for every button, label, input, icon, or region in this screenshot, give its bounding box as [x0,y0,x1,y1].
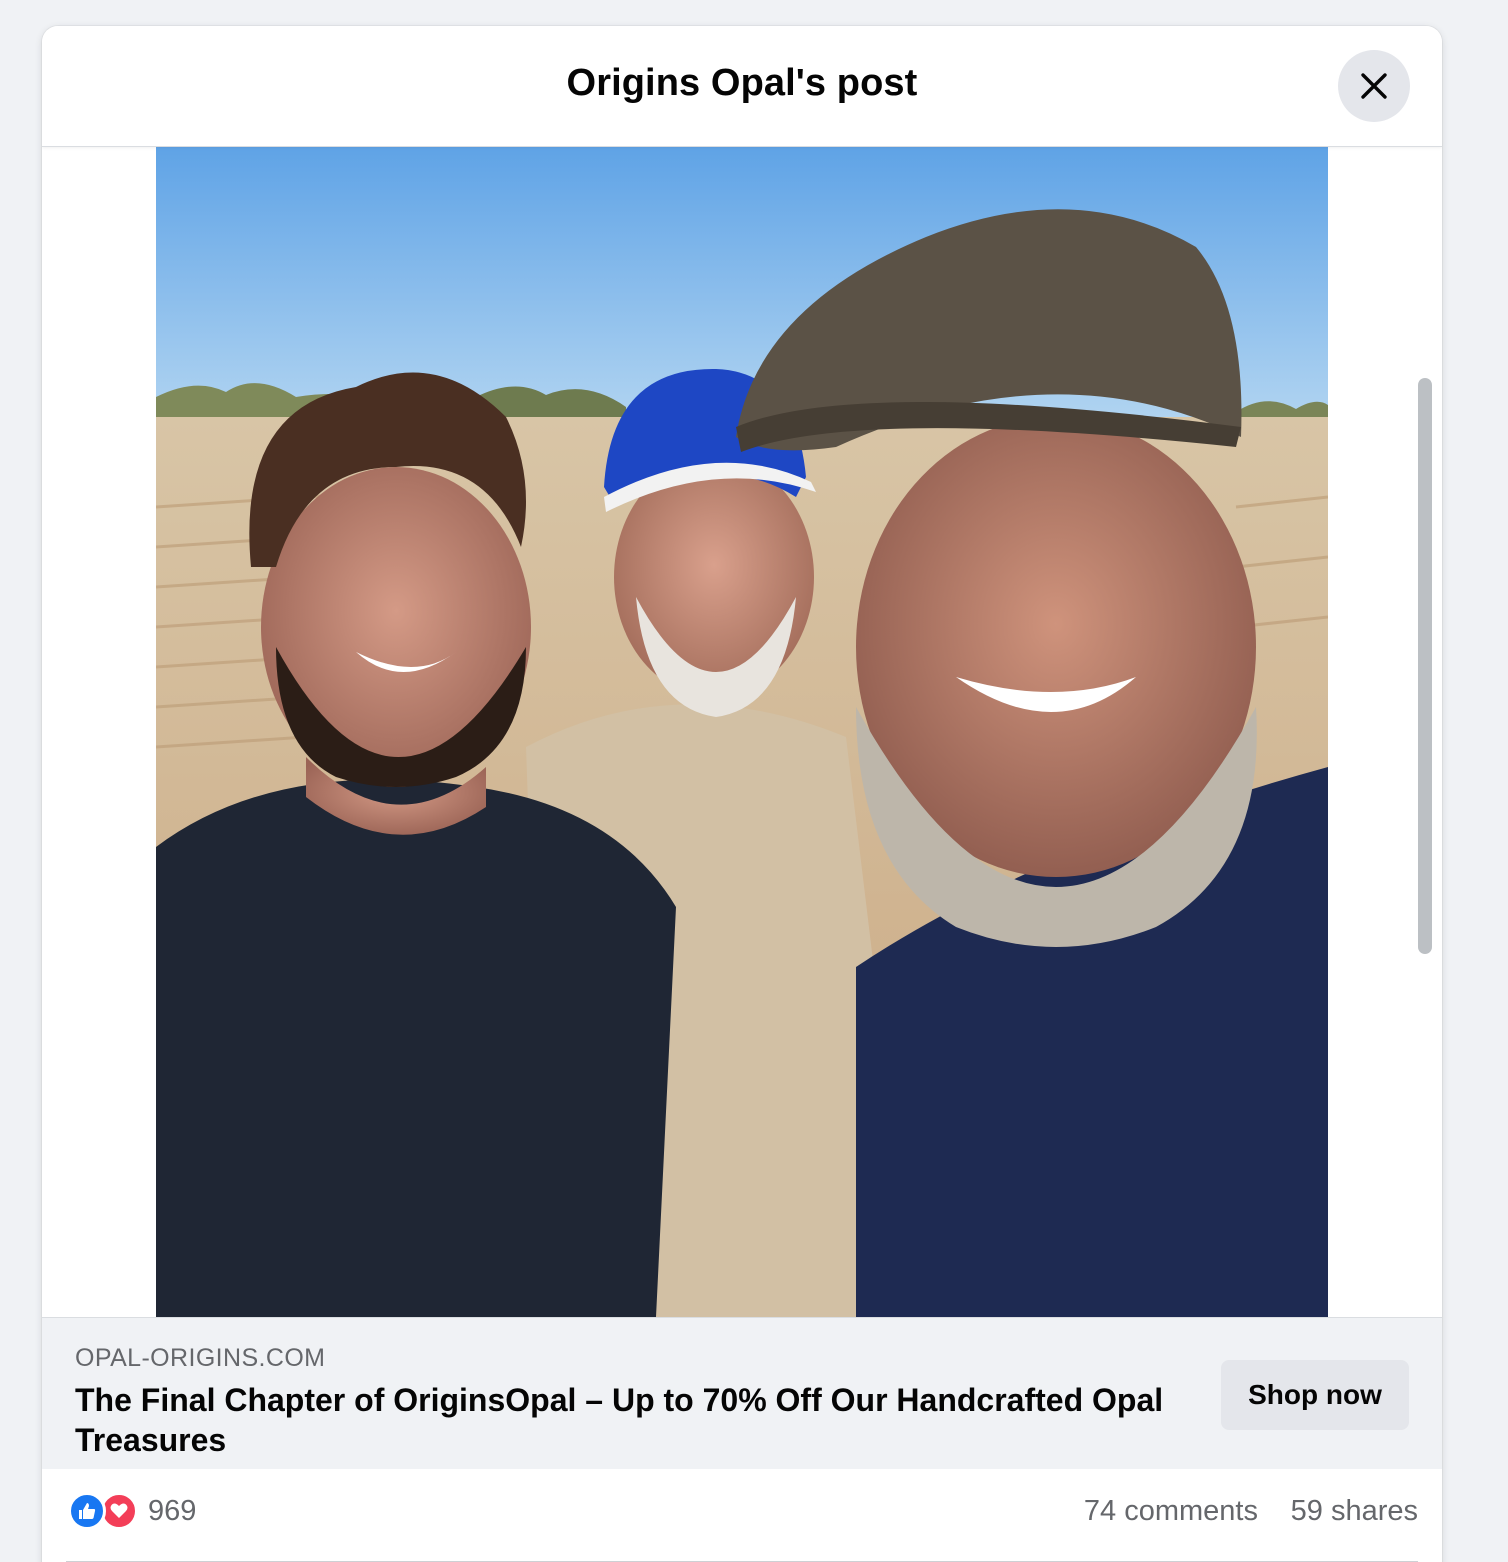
scrollbar-thumb[interactable] [1418,378,1432,954]
post-image[interactable] [156,147,1328,1317]
reactions-summary[interactable]: 969 [68,1492,197,1530]
like-icon [68,1492,106,1530]
close-button[interactable] [1338,50,1410,122]
shares-count[interactable]: 59 shares [1291,1495,1418,1528]
post-scroll-area[interactable]: OPAL-ORIGINS.COM The Final Chapter of Or… [42,147,1442,1562]
comments-count[interactable]: 74 comments [1084,1495,1258,1528]
link-preview[interactable]: OPAL-ORIGINS.COM The Final Chapter of Or… [42,1317,1442,1469]
dialog-header: Origins Opal's post [42,26,1442,147]
shop-now-button[interactable]: Shop now [1221,1360,1409,1430]
reaction-count: 969 [148,1494,197,1527]
post-photo [156,147,1328,1317]
dialog-title: Origins Opal's post [566,62,918,104]
link-headline[interactable]: The Final Chapter of OriginsOpal – Up to… [75,1380,1165,1460]
link-domain: OPAL-ORIGINS.COM [75,1344,326,1372]
close-icon [1361,73,1387,99]
post-stats: 969 74 comments 59 shares [42,1469,1442,1562]
post-dialog: Origins Opal's post OPAL-ORIGINS.COM The… [42,26,1442,1562]
